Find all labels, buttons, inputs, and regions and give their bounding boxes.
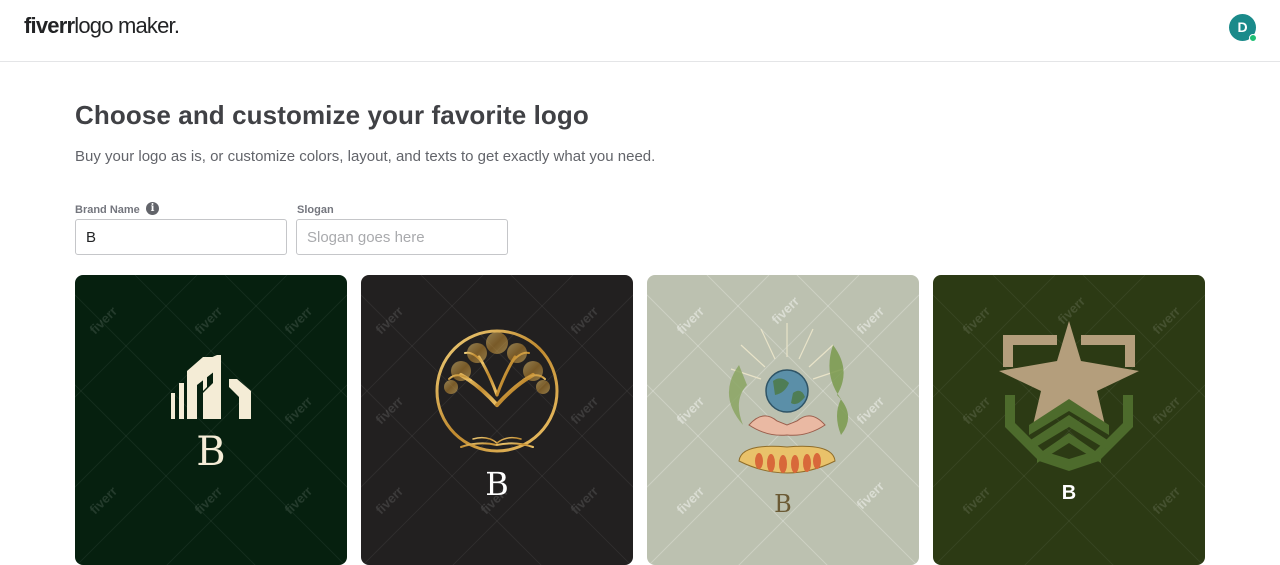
logo-card-4[interactable]: fiverr fiverr fiverr fiverr fiverr fiver… (933, 275, 1205, 565)
card-letter: B (1062, 482, 1076, 504)
page-subtitle: Buy your logo as is, or customize colors… (75, 148, 656, 165)
slogan-input[interactable] (296, 219, 508, 255)
logo-preview-1: fiverr fiverr fiverr fiverr fiverr fiver… (75, 275, 347, 565)
brand-name-label: Brand Name (75, 204, 140, 216)
logo-brand: fiverr (24, 13, 75, 38)
card-letter: B (774, 490, 792, 518)
slogan-label: Slogan (297, 204, 334, 216)
tree-of-life-icon (435, 329, 559, 453)
online-status-dot (1249, 34, 1257, 42)
logo-card-1[interactable]: fiverr fiverr fiverr fiverr fiverr fiver… (75, 275, 347, 565)
top-bar: fiverrlogo maker. D (0, 0, 1280, 62)
logo-preview-2: fiverr fiverr fiverr fiverr fiverr fiver… (361, 275, 633, 565)
page-title: Choose and customize your favorite logo (75, 100, 589, 130)
logo-product: logo maker. (74, 13, 180, 38)
card-letter: B (196, 429, 225, 475)
logo-preview-4: fiverr fiverr fiverr fiverr fiverr fiver… (933, 275, 1205, 565)
brand-name-input[interactable] (75, 219, 287, 255)
logo-card-2[interactable]: fiverr fiverr fiverr fiverr fiverr fiver… (361, 275, 633, 565)
fiverr-logo-maker-logo[interactable]: fiverrlogo maker. (24, 13, 180, 39)
logo-preview-3: fiverr fiverr fiverr fiverr fiverr fiver… (647, 275, 919, 565)
info-icon[interactable]: i (146, 202, 159, 215)
logo-card-3[interactable]: fiverr fiverr fiverr fiverr fiverr fiver… (647, 275, 919, 565)
card-letter: B (485, 465, 509, 503)
